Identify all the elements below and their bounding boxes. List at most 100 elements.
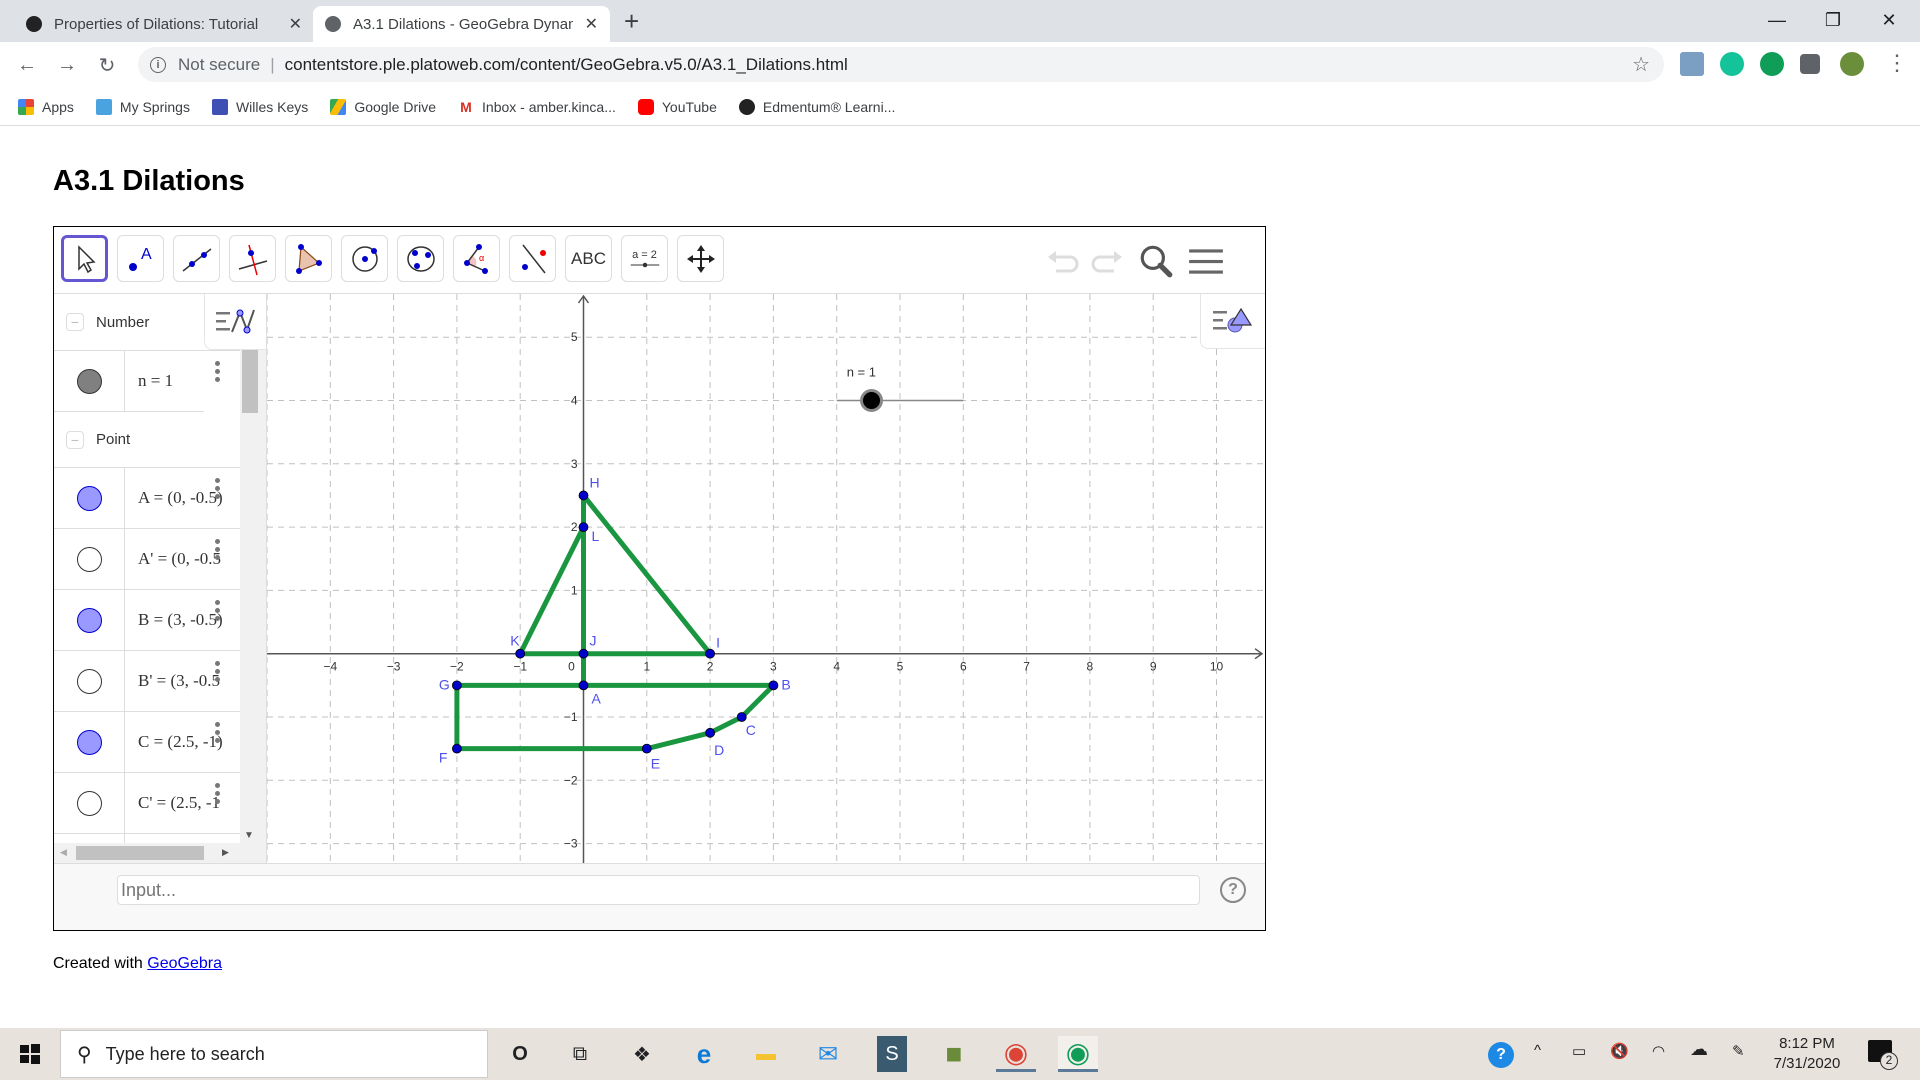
bookmark-my-springs[interactable]: My Springs <box>95 98 190 115</box>
onedrive-icon[interactable]: ☁ <box>1690 1039 1708 1060</box>
forward-button[interactable]: → <box>52 50 82 80</box>
algebra-item-text[interactable]: C' = (2.5, -1 <box>125 793 220 813</box>
algebra-item-A[interactable]: A = (0, -0.5) <box>54 467 240 528</box>
reload-button[interactable]: ↻ <box>92 50 122 80</box>
help-tray-icon[interactable]: ? <box>1488 1042 1514 1068</box>
point-H[interactable] <box>578 490 589 501</box>
algebra-vertical-scrollbar[interactable] <box>240 350 266 863</box>
graphics-canvas[interactable]: −4 −3 −2 −1 0 1 2 3 4 5 6 7 8 9 10 −3 −2 −1 1 2 3 4 5 n = 1 A B… <box>267 294 1265 863</box>
taskbar-search-box[interactable]: ⚲ Type here to search <box>60 1030 488 1078</box>
point-C[interactable] <box>736 712 747 722</box>
visibility-toggle[interactable] <box>54 712 125 772</box>
more-options-icon[interactable] <box>215 478 221 499</box>
minimize-button[interactable]: — <box>1754 0 1800 40</box>
algebra-item-A-prime[interactable]: A' = (0, -0.5 <box>54 528 240 589</box>
text-tool[interactable]: ABC <box>565 235 612 282</box>
geogebra-link[interactable]: GeoGebra <box>147 955 222 972</box>
chrome-icon[interactable]: ◉ <box>1058 1036 1098 1072</box>
points[interactable]: A B C D E F G H I J K L <box>439 474 791 771</box>
visibility-toggle[interactable] <box>54 773 125 833</box>
redo-button[interactable] <box>1086 239 1130 283</box>
volume-muted-icon[interactable]: 🔇 <box>1610 1042 1629 1060</box>
url-text[interactable]: contentstore.ple.platoweb.com/content/Ge… <box>285 55 848 75</box>
show-hidden-icons-chevron[interactable]: ^ <box>1534 1042 1541 1059</box>
security-label[interactable]: Not secure <box>178 55 260 75</box>
algebra-style-bar-button[interactable] <box>204 294 266 350</box>
more-options-icon[interactable] <box>215 600 221 621</box>
wifi-icon[interactable]: ◠ <box>1652 1042 1665 1060</box>
pen-icon[interactable]: ✎ <box>1732 1042 1745 1060</box>
bookmark-apps[interactable]: Apps <box>18 98 74 115</box>
visibility-toggle[interactable] <box>54 529 125 589</box>
bookmark-google-drive[interactable]: Google Drive <box>330 98 436 115</box>
algebra-item-text[interactable]: B' = (3, -0.5 <box>125 671 220 691</box>
algebra-item-text[interactable]: A' = (0, -0.5 <box>125 549 221 569</box>
battery-icon[interactable]: ▭ <box>1572 1042 1586 1060</box>
collapse-icon[interactable]: − <box>66 313 84 331</box>
algebra-item-text[interactable]: B = (3, -0.5) <box>125 610 223 630</box>
info-icon[interactable]: i <box>150 56 166 73</box>
chat-extension-icon[interactable] <box>1760 52 1784 76</box>
file-explorer-icon[interactable]: ▬ <box>746 1036 786 1072</box>
close-tab-icon[interactable]: ✕ <box>289 14 302 34</box>
algebra-item-n[interactable]: n = 1 <box>54 350 240 411</box>
algebra-item-text[interactable]: C = (2.5, -1) <box>125 732 223 752</box>
grammarly-icon[interactable] <box>1720 52 1744 76</box>
visibility-toggle[interactable] <box>54 468 125 528</box>
algebra-vertical-scroll-thumb[interactable] <box>242 350 258 413</box>
start-button[interactable] <box>0 1028 60 1080</box>
tab-a3-1-dilations[interactable]: A3.1 Dilations - GeoGebra Dynam ✕ <box>313 6 610 42</box>
search-button[interactable] <box>1134 239 1178 283</box>
bookmark-youtube[interactable]: YouTube <box>637 98 717 115</box>
bookmark-star-icon[interactable]: ☆ <box>1632 52 1650 77</box>
point-tool[interactable]: A <box>117 235 164 282</box>
algebra-horizontal-scroll-thumb[interactable] <box>76 846 204 860</box>
dropbox-icon[interactable]: ❖ <box>622 1036 662 1072</box>
scroll-left-arrow-icon[interactable]: ◀ <box>60 847 67 858</box>
point-D[interactable] <box>705 727 716 738</box>
point-F[interactable] <box>451 743 462 754</box>
circle-center-point-tool[interactable] <box>341 235 388 282</box>
anime-extension-icon[interactable] <box>1680 52 1704 76</box>
extensions-puzzle-icon[interactable] <box>1800 54 1820 74</box>
clock[interactable]: 8:12 PM 7/31/2020 <box>1768 1034 1846 1074</box>
point-E[interactable] <box>641 743 652 754</box>
visibility-toggle[interactable] <box>54 590 125 650</box>
point-I[interactable] <box>705 648 716 659</box>
bookmark-inbox[interactable]: M Inbox - amber.kinca... <box>458 99 616 115</box>
undo-button[interactable] <box>1040 239 1084 283</box>
help-button[interactable]: ? <box>1220 877 1246 903</box>
move-tool[interactable] <box>61 235 108 282</box>
group-header-point[interactable]: − Point <box>54 411 204 467</box>
algebra-item-C-prime[interactable]: C' = (2.5, -1 <box>54 772 240 833</box>
algebra-item-text[interactable]: n = 1 <box>125 371 173 391</box>
more-options-icon[interactable] <box>215 661 221 682</box>
maximize-button[interactable]: ❐ <box>1810 0 1856 40</box>
algebra-item-B[interactable]: B = (3, -0.5) <box>54 589 240 650</box>
new-tab-button[interactable]: + <box>624 6 639 37</box>
point-J[interactable] <box>578 648 589 659</box>
more-options-icon[interactable] <box>215 722 221 743</box>
angle-tool[interactable]: α <box>453 235 500 282</box>
edge-icon[interactable]: e <box>684 1036 724 1072</box>
address-bar[interactable]: i Not secure | contentstore.ple.platoweb… <box>138 47 1664 82</box>
task-view-icon[interactable]: ⧉ <box>560 1036 600 1072</box>
chrome-menu-icon[interactable]: ⋮ <box>1886 50 1908 76</box>
point-B[interactable] <box>768 680 779 691</box>
chrome-profile-m-icon[interactable]: ◉ <box>996 1036 1036 1072</box>
point-A[interactable] <box>578 680 589 691</box>
more-options-icon[interactable] <box>215 361 221 382</box>
graphics-style-bar-button[interactable] <box>1200 294 1265 349</box>
more-options-icon[interactable] <box>215 539 221 560</box>
profile-avatar[interactable] <box>1840 52 1864 76</box>
collapse-icon[interactable]: − <box>66 430 84 449</box>
tab-properties-of-dilations[interactable]: Properties of Dilations: Tutorial ✕ <box>14 6 314 42</box>
bookmark-edmentum[interactable]: Edmentum® Learni... <box>738 98 895 115</box>
minecraft-icon[interactable]: ■ <box>934 1036 974 1072</box>
visibility-toggle[interactable] <box>54 351 125 411</box>
more-options-icon[interactable] <box>215 783 221 804</box>
point-K[interactable] <box>515 648 526 659</box>
reflect-line-tool[interactable] <box>509 235 556 282</box>
point-L[interactable] <box>578 522 589 533</box>
algebra-input[interactable] <box>117 875 1200 905</box>
